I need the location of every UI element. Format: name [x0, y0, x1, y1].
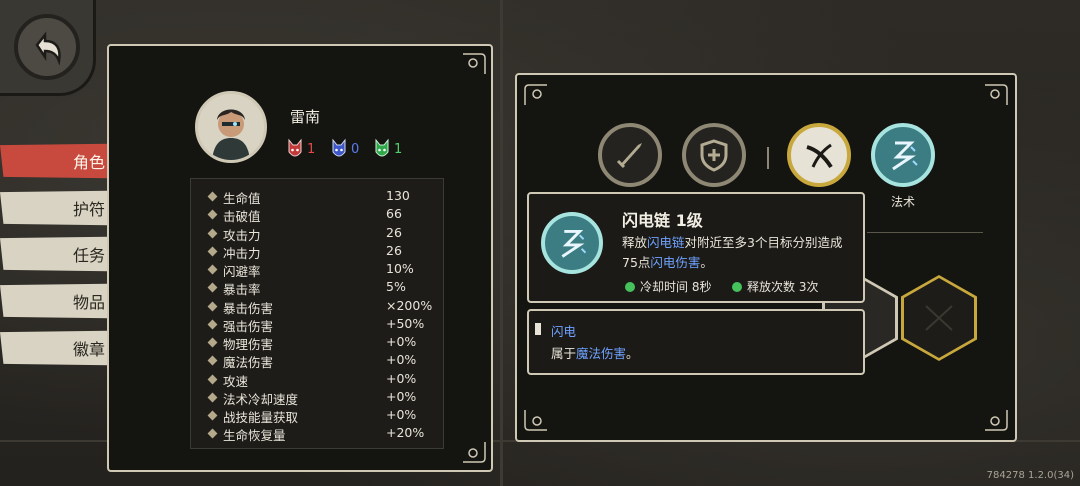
stat-row: 生命值 130	[191, 188, 445, 206]
red-mask-icon	[288, 138, 302, 157]
passive-skill-slot[interactable]	[682, 123, 746, 187]
green-mask-icon	[375, 138, 389, 157]
blue-mask-icon	[332, 138, 346, 157]
mask-green-counter: 1	[374, 138, 402, 160]
ornament-icon	[463, 442, 486, 463]
stat-row: 击破值 66	[191, 206, 445, 224]
cooldown-info: 冷却时间 8秒	[625, 278, 711, 295]
background-seam	[500, 0, 503, 486]
back-icon	[14, 14, 80, 80]
stat-row: 法术冷却速度 +0%	[191, 389, 445, 407]
dot-icon	[625, 281, 635, 292]
cast-count-info: 释放次数 3次	[732, 278, 818, 295]
character-name: 雷南	[290, 108, 321, 126]
mask-red-counter: 1	[287, 138, 315, 160]
character-portrait[interactable]	[195, 91, 267, 163]
combat-skill-slot[interactable]	[787, 123, 851, 187]
ornament-icon	[985, 410, 1008, 431]
skill-description: 释放闪电链对附近至多3个目标分别造成75点闪电伤害。	[622, 235, 843, 270]
slash-icon	[806, 143, 833, 169]
stat-row: 魔法伤害 +0%	[191, 352, 445, 370]
stat-row: 暴击率 5%	[191, 279, 445, 297]
mask-blue-counter: 0	[331, 138, 359, 160]
version-label: 784278 1.2.0(34)	[986, 470, 1074, 481]
lightning-chain-icon	[541, 212, 603, 274]
skill-title: 闪电链 1级	[622, 211, 703, 230]
spell-skill-slot[interactable]	[871, 123, 935, 187]
divider	[767, 147, 769, 169]
stat-row: 物理伤害 +0%	[191, 334, 445, 352]
close-icon	[925, 305, 953, 331]
skill-tooltip: 闪电链 1级 释放闪电链对附近至多3个目标分别造成75点闪电伤害。 冷却时间 8…	[527, 192, 865, 303]
ornament-icon	[524, 410, 547, 431]
keyword-title: 闪电	[551, 324, 577, 339]
keyword-description: 属于魔法伤害。	[551, 346, 639, 361]
empty-slot[interactable]	[901, 275, 977, 361]
divider	[867, 232, 983, 233]
weapon-skill-slot[interactable]	[598, 123, 662, 187]
stat-row: 闪避率 10%	[191, 261, 445, 279]
stat-row: 攻速 +0%	[191, 371, 445, 389]
stats-list: 生命值 130 击破值 66 攻击力 26 冲击力 26 闪避率 10% 暴击率 5% 暴击…	[190, 178, 444, 449]
ornament-icon	[985, 84, 1008, 105]
ornament-icon	[463, 53, 486, 74]
marker-bar	[535, 323, 541, 335]
stat-row: 攻击力 26	[191, 225, 445, 243]
character-panel: 雷南 1 0 1 生命值 130 击破值 66 攻击力 26 冲击力 26 闪避率 10%…	[107, 44, 493, 472]
back-button[interactable]	[0, 0, 96, 96]
stat-row: 强击伤害 +50%	[191, 316, 445, 334]
ornament-icon	[524, 84, 547, 105]
stat-row: 战技能量获取 +0%	[191, 407, 445, 425]
keyword-tooltip: 闪电 属于魔法伤害。	[527, 309, 865, 375]
dot-icon	[732, 281, 742, 292]
stat-row: 暴击伤害 ×200%	[191, 298, 445, 316]
stat-row: 冲击力 26	[191, 243, 445, 261]
spell-label: 法术	[890, 195, 915, 209]
sword-icon	[616, 143, 642, 169]
shield-icon	[700, 139, 728, 172]
stat-row: 生命恢复量 +20%	[191, 425, 445, 443]
lightning-chain-icon	[892, 141, 918, 171]
